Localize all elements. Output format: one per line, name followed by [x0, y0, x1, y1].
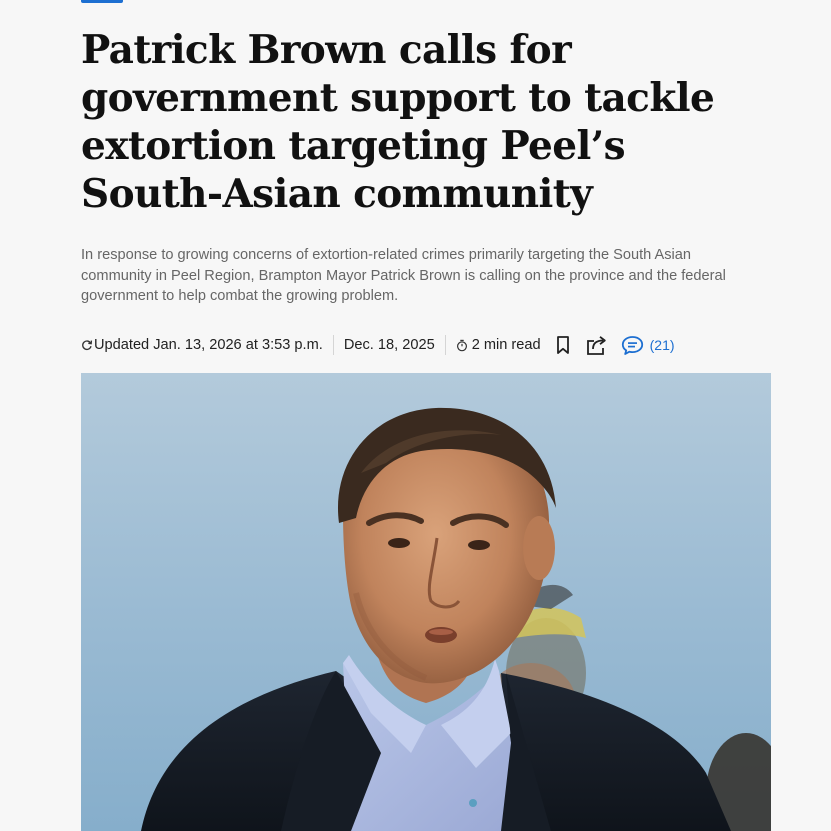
bookmark-button[interactable]	[555, 335, 571, 355]
updated-text: Updated Jan. 13, 2026 at 3:53 p.m.	[94, 337, 323, 353]
clock-icon	[456, 339, 468, 352]
share-button[interactable]	[585, 334, 609, 356]
article-headline: Patrick Brown calls for government suppo…	[81, 27, 715, 217]
updated-timestamp: Updated Jan. 13, 2026 at 3:53 p.m.	[81, 337, 323, 353]
refresh-icon	[81, 339, 93, 351]
read-time: 2 min read	[456, 337, 541, 353]
comment-icon	[621, 335, 644, 356]
meta-divider	[332, 335, 334, 355]
portrait-photo	[81, 373, 771, 831]
meta-divider	[444, 335, 446, 355]
article-dek: In response to growing concerns of extor…	[81, 247, 726, 304]
bookmark-icon	[556, 336, 569, 354]
read-time-text: 2 min read	[471, 337, 541, 353]
article-hero-photo[interactable]	[81, 373, 771, 831]
comment-count: (21)	[649, 337, 675, 353]
top-accent-bar	[81, 0, 123, 3]
share-icon	[586, 336, 606, 355]
published-date: Dec. 18, 2025	[343, 337, 435, 353]
article-meta-bar: Updated Jan. 13, 2026 at 3:53 p.m. Dec. …	[81, 330, 675, 360]
comments-link[interactable]: (21)	[621, 335, 675, 356]
